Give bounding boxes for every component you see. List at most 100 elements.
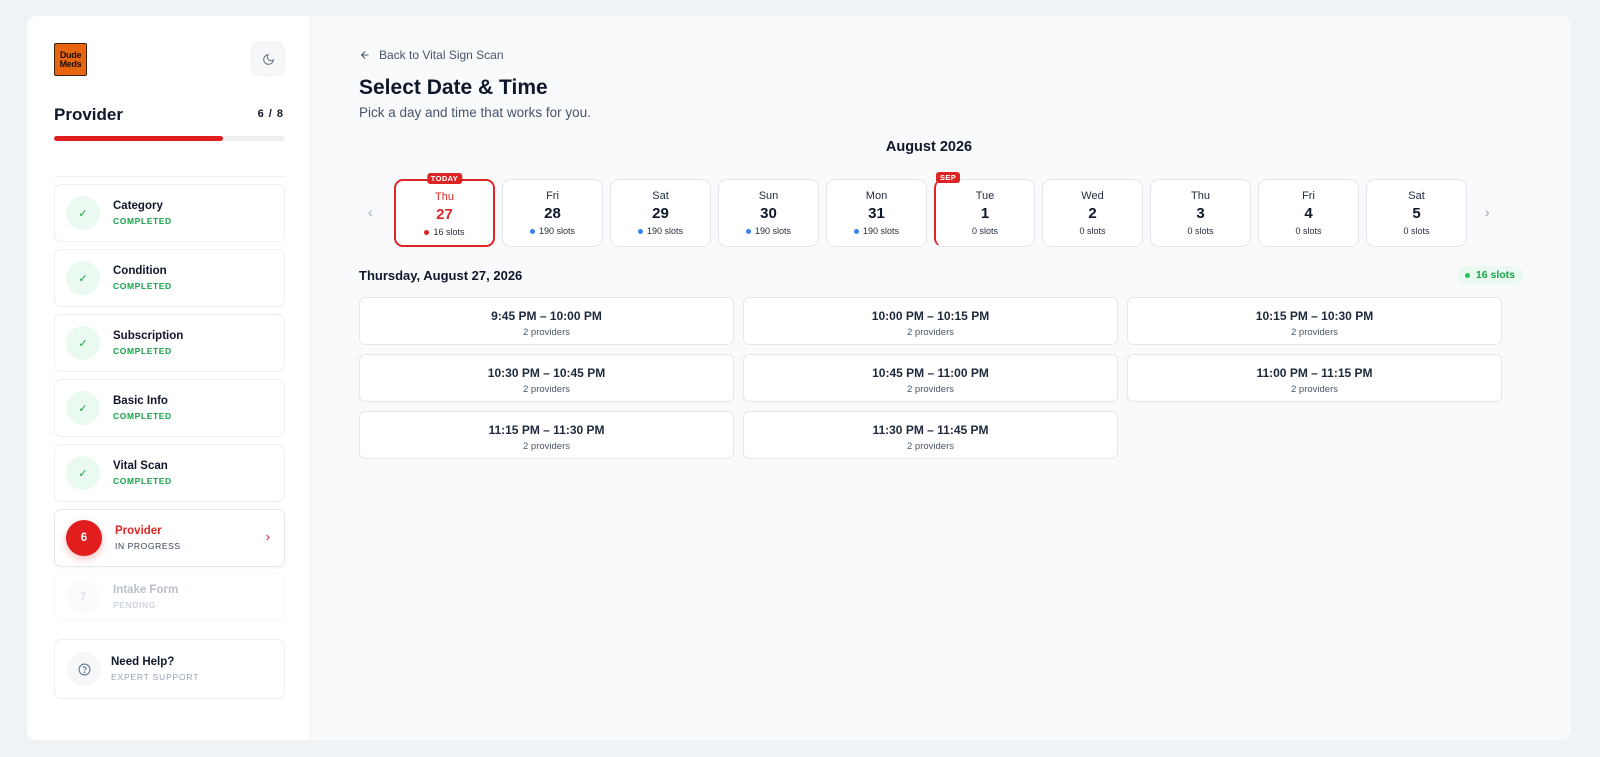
- step-name: Category: [113, 200, 163, 212]
- day-slots: 0 slots: [1403, 226, 1430, 236]
- slot-dot: [637, 228, 643, 234]
- day-weekday: Sat: [652, 190, 669, 202]
- logo-text-bottom: Meds: [59, 58, 82, 69]
- check-icon: ✓: [66, 261, 100, 295]
- day-slots: 0 slots: [1079, 226, 1106, 236]
- time-slot-grid: 9:45 PM – 10:00 PM 2 providers 10:00 PM –…: [359, 297, 1502, 459]
- time-slot-button[interactable]: 10:00 PM – 10:15 PM 2 providers: [743, 297, 1118, 345]
- provider-count: 2 providers: [907, 327, 954, 338]
- help-card[interactable]: Need Help? EXPERT SUPPORT: [54, 639, 285, 699]
- selected-date-heading: Thursday, August 27, 2026: [359, 268, 523, 283]
- day-card[interactable]: Fri 4 0 slots: [1258, 179, 1359, 247]
- day-card[interactable]: Sun 30 190 slots: [718, 179, 819, 247]
- day-weekday: Fri: [1302, 190, 1315, 202]
- step-name: Condition: [113, 265, 167, 277]
- chevron-right-icon[interactable]: ›: [1485, 204, 1490, 220]
- day-strip: TODAY Thu 27 16 slots Fri 28 190 slots S…: [394, 172, 1467, 247]
- day-number: 1: [980, 205, 990, 222]
- day-number: 31: [868, 205, 885, 222]
- step-provider[interactable]: 6 Provider IN PROGRESS ›: [54, 509, 285, 567]
- step-condition[interactable]: ✓ Condition COMPLETED: [54, 249, 285, 307]
- page-title: Select Date & Time: [359, 76, 548, 99]
- time-range: 10:15 PM – 10:30 PM: [1255, 309, 1374, 323]
- day-weekday: Mon: [865, 190, 888, 202]
- month-label: August 2026: [885, 139, 973, 155]
- slots-count-label: 16 slots: [1475, 269, 1515, 281]
- day-weekday: Fri: [546, 190, 559, 202]
- day-slots: 16 slots: [396, 227, 493, 237]
- day-card[interactable]: Mon 31 190 slots: [826, 179, 927, 247]
- provider-count: 2 providers: [1291, 384, 1338, 395]
- step-name: Subscription: [113, 330, 184, 342]
- time-slot-button[interactable]: 10:30 PM – 10:45 PM 2 providers: [359, 354, 734, 402]
- day-weekday: Sat: [1408, 190, 1425, 202]
- day-slots-label: 190 slots: [538, 226, 576, 236]
- step-subscription[interactable]: ✓ Subscription COMPLETED: [54, 314, 285, 372]
- sidebar-divider: [54, 176, 285, 177]
- sidebar: Dude Meds Provider 6 / 8 ✓ Category COMPL…: [27, 16, 311, 740]
- theme-toggle-button[interactable]: [251, 42, 285, 76]
- step-name: Intake Form: [113, 584, 179, 596]
- sidebar-title: Provider: [54, 105, 123, 124]
- slot-dot: [424, 229, 430, 235]
- app-shell: Dude Meds Provider 6 / 8 ✓ Category COMPL…: [27, 16, 1571, 740]
- step-status: COMPLETED: [113, 346, 172, 356]
- time-slot-button[interactable]: 9:45 PM – 10:00 PM 2 providers: [359, 297, 734, 345]
- day-weekday: Thu: [1191, 190, 1210, 202]
- day-card[interactable]: Sat 5 0 slots: [1366, 179, 1467, 247]
- help-subtitle: EXPERT SUPPORT: [111, 672, 200, 682]
- time-range: 10:30 PM – 10:45 PM: [487, 366, 606, 380]
- moon-icon: [262, 53, 274, 65]
- slot-dot: [529, 228, 535, 234]
- time-range: 10:45 PM – 11:00 PM: [872, 366, 989, 380]
- day-number: 5: [1412, 205, 1421, 222]
- day-number: 3: [1196, 205, 1205, 222]
- day-card[interactable]: Fri 28 190 slots: [502, 179, 603, 247]
- progress-fill: [54, 136, 223, 141]
- day-card[interactable]: Sat 29 190 slots: [610, 179, 711, 247]
- time-slot-button[interactable]: 11:15 PM – 11:30 PM 2 providers: [359, 411, 734, 459]
- step-category[interactable]: ✓ Category COMPLETED: [54, 184, 285, 242]
- back-link[interactable]: Back to Vital Sign Scan: [359, 48, 504, 62]
- step-status: IN PROGRESS: [115, 541, 181, 551]
- brand-logo[interactable]: Dude Meds: [54, 43, 87, 76]
- step-status: COMPLETED: [113, 216, 172, 226]
- day-card[interactable]: Wed 2 0 slots: [1042, 179, 1143, 247]
- today-badge: TODAY: [426, 173, 463, 184]
- back-link-label: Back to Vital Sign Scan: [379, 48, 504, 62]
- status-dot: [1464, 272, 1470, 278]
- time-slot-button[interactable]: 11:30 PM – 11:45 PM 2 providers: [743, 411, 1118, 459]
- time-range: 11:30 PM – 11:45 PM: [872, 423, 989, 437]
- step-number: 7: [66, 580, 100, 614]
- step-status: COMPLETED: [113, 281, 172, 291]
- chevron-left-icon[interactable]: ‹: [368, 204, 373, 220]
- day-slots: 190 slots: [827, 226, 926, 236]
- slot-dot: [745, 228, 751, 234]
- step-intake-form[interactable]: 7 Intake Form PENDING: [54, 574, 285, 620]
- check-icon: ✓: [66, 326, 100, 360]
- day-slots: 190 slots: [503, 226, 602, 236]
- step-vital-scan[interactable]: ✓ Vital Scan COMPLETED: [54, 444, 285, 502]
- day-slots: 0 slots: [1187, 226, 1214, 236]
- day-card[interactable]: Thu 3 0 slots: [1150, 179, 1251, 247]
- provider-count: 2 providers: [523, 384, 570, 395]
- provider-count: 2 providers: [907, 384, 954, 395]
- provider-count: 2 providers: [523, 327, 570, 338]
- progress-bar: [54, 136, 285, 141]
- day-slots-label: 190 slots: [862, 226, 900, 236]
- day-slots: 190 slots: [719, 226, 818, 236]
- time-range: 11:15 PM – 11:30 PM: [488, 423, 605, 437]
- day-number: 4: [1304, 205, 1313, 222]
- day-card[interactable]: SEP Tue 1 0 slots: [934, 172, 1035, 247]
- step-basic-info[interactable]: ✓ Basic Info COMPLETED: [54, 379, 285, 437]
- chevron-right-icon: ›: [265, 529, 270, 544]
- time-slot-button[interactable]: 10:45 PM – 11:00 PM 2 providers: [743, 354, 1118, 402]
- time-slot-button[interactable]: 11:00 PM – 11:15 PM 2 providers: [1127, 354, 1502, 402]
- main-content: Back to Vital Sign Scan Select Date & Ti…: [311, 16, 1571, 740]
- day-number: 27: [436, 206, 453, 223]
- time-slot-button[interactable]: 10:15 PM – 10:30 PM 2 providers: [1127, 297, 1502, 345]
- day-slots-label: 16 slots: [433, 227, 465, 237]
- day-card[interactable]: TODAY Thu 27 16 slots: [394, 173, 495, 247]
- check-icon: ✓: [66, 391, 100, 425]
- day-weekday: Wed: [1081, 190, 1104, 202]
